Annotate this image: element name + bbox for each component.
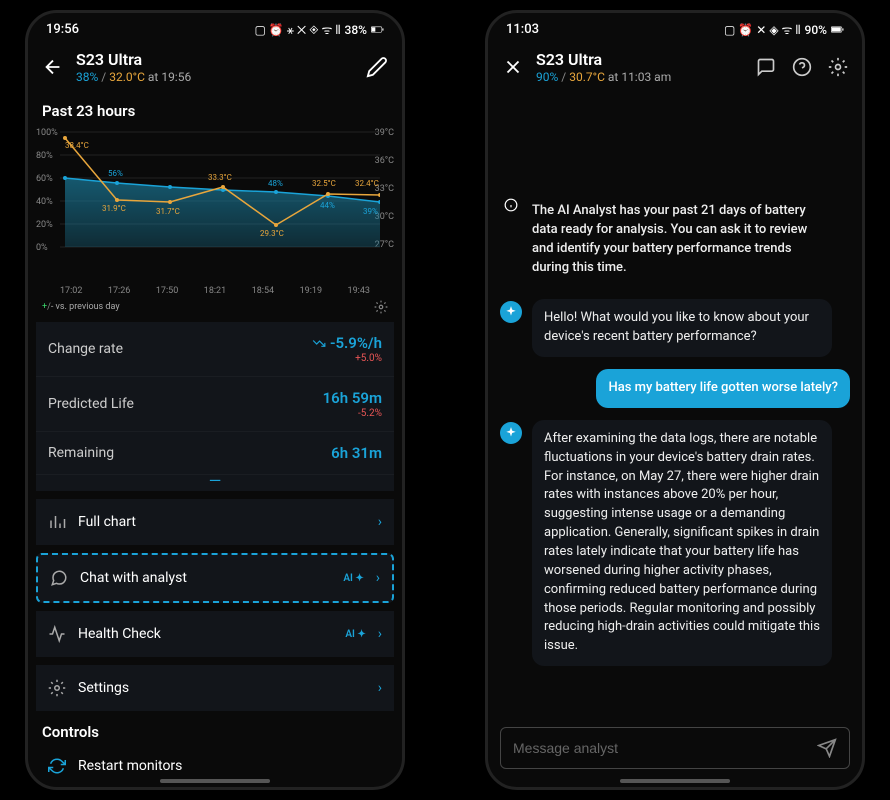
chevron-right-icon: › <box>378 680 382 696</box>
chat-user-message: Has my battery life gotten worse lately? <box>500 369 850 408</box>
status-bar: 19:56 ▢ ⏰ ⚹ ✕ ◈ ᯤ ⫴ 38% <box>28 13 402 42</box>
chevron-right-icon: › <box>376 570 380 586</box>
header-title: S23 Ultra 90% / 30.7°C at 11:03 am <box>536 50 744 84</box>
svg-text:48%: 48% <box>268 179 283 188</box>
svg-text:39%: 39% <box>363 207 378 216</box>
chat-ai-message: Hello! What would you like to know about… <box>500 299 850 357</box>
chat-icon <box>50 569 68 587</box>
chart-x-labels: 17:0217:2617:5018:2118:5419:1919:43 <box>60 286 370 296</box>
info-icon <box>500 194 522 216</box>
status-icons: ▢ ⏰ ⚹ ✕ ◈ ᯤ ⫴ 38% <box>255 21 384 38</box>
stat-predicted-life: Predicted Life 16h 59m -5.2% <box>36 377 394 432</box>
collapse-handle[interactable]: — <box>36 475 394 491</box>
status-battery-pct: 90% <box>805 23 827 37</box>
svg-text:29.3°C: 29.3°C <box>260 229 284 238</box>
chart-title: Past 23 hours <box>28 92 402 126</box>
status-battery-pct: 38% <box>345 23 367 37</box>
svg-text:31.7°C: 31.7°C <box>156 207 180 216</box>
chart-svg: 38.4°C 56% 31.9°C 31.7°C 33.3°C 48% 29.3… <box>60 126 380 266</box>
ai-badge: AI ✦ <box>343 573 363 584</box>
gear-icon[interactable] <box>828 57 848 77</box>
ai-avatar-icon <box>500 301 522 323</box>
header-temp: 32.0°C <box>109 70 145 84</box>
chat-ai-message: After examining the data logs, there are… <box>500 420 850 666</box>
menu-full-chart[interactable]: Full chart › <box>36 499 394 545</box>
pulse-icon <box>48 625 66 643</box>
menu-settings[interactable]: Settings › <box>36 665 394 711</box>
ai-badge: AI ✦ <box>345 629 365 640</box>
header: S23 Ultra 38% / 32.0°C at 19:56 <box>28 42 402 92</box>
message-input[interactable] <box>513 740 817 756</box>
bar-chart-icon <box>48 513 66 531</box>
message-icon[interactable] <box>756 57 776 77</box>
status-icons: ▢ ⏰ ✕ ◈ ᯤ ⫴ 90% <box>724 21 844 38</box>
send-icon[interactable] <box>817 738 837 758</box>
controls-title: Controls <box>28 711 402 747</box>
status-bar: 11:03 ▢ ⏰ ✕ ◈ ᯤ ⫴ 90% <box>488 13 862 42</box>
stat-remaining: Remaining 6h 31m <box>36 432 394 475</box>
back-icon[interactable] <box>42 56 64 78</box>
menu-health-check[interactable]: Health Check AI ✦ › <box>36 611 394 657</box>
svg-text:32.4°C: 32.4°C <box>355 179 379 188</box>
chevron-right-icon: › <box>378 514 382 530</box>
home-indicator[interactable] <box>620 779 730 783</box>
phone-left: 19:56 ▢ ⏰ ⚹ ✕ ◈ ᯤ ⫴ 38% S23 Ultra 38% / … <box>25 10 405 790</box>
phone-right: 11:03 ▢ ⏰ ✕ ◈ ᯤ ⫴ 90% S23 Ultra 90% / 30… <box>485 10 865 790</box>
help-icon[interactable] <box>792 57 812 77</box>
stat-change-rate: Change rate -5.9%/h +5.0% <box>36 322 394 377</box>
status-time: 11:03 <box>506 22 539 37</box>
ai-avatar-icon <box>500 422 522 444</box>
chart-footer: +/- vs. previous day <box>28 296 402 322</box>
battery-icon <box>371 23 384 36</box>
header: S23 Ultra 90% / 30.7°C at 11:03 am <box>488 42 862 92</box>
device-name: S23 Ultra <box>536 50 744 69</box>
battery-icon <box>831 23 844 36</box>
header-temp: 30.7°C <box>569 70 605 84</box>
gear-icon <box>48 679 66 697</box>
chat-body: The AI Analyst has your past 21 days of … <box>488 192 862 717</box>
svg-text:33.3°C: 33.3°C <box>208 173 232 182</box>
svg-text:38.4°C: 38.4°C <box>65 141 89 150</box>
device-name: S23 Ultra <box>76 50 354 69</box>
chevron-right-icon: › <box>378 626 382 642</box>
chat-input[interactable] <box>500 727 850 769</box>
chat-info-message: The AI Analyst has your past 21 days of … <box>500 192 850 287</box>
header-battery-pct: 90% <box>536 70 558 84</box>
stats-card: Change rate -5.9%/h +5.0% Predicted Life… <box>36 322 394 491</box>
home-indicator[interactable] <box>160 779 270 783</box>
header-title: S23 Ultra 38% / 32.0°C at 19:56 <box>76 50 354 84</box>
menu-chat-analyst[interactable]: Chat with analyst AI ✦ › <box>36 553 394 603</box>
svg-text:56%: 56% <box>108 169 123 178</box>
header-battery-pct: 38% <box>76 70 98 84</box>
status-time: 19:56 <box>46 22 79 37</box>
svg-text:31.9°C: 31.9°C <box>102 204 126 213</box>
svg-text:44%: 44% <box>320 201 335 210</box>
gear-icon[interactable] <box>374 300 388 314</box>
chart: 100% 80% 60% 40% 20% 0% 39°C 36°C 33°C 3… <box>34 126 396 296</box>
svg-text:32.5°C: 32.5°C <box>312 179 336 188</box>
refresh-icon <box>48 757 66 775</box>
close-icon[interactable] <box>502 56 524 78</box>
trend-down-icon <box>312 337 326 351</box>
edit-icon[interactable] <box>366 56 388 78</box>
